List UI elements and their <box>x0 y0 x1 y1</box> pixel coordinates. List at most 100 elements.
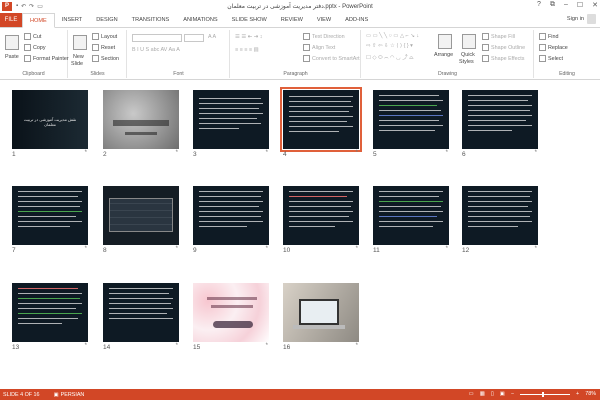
slide-thumbnail[interactable]: 15 * <box>193 283 269 353</box>
reset-button[interactable]: Reset <box>92 44 115 51</box>
normal-view-icon[interactable]: ▭ <box>469 391 474 397</box>
slide-thumbnail[interactable]: 9 * <box>193 186 269 256</box>
language-status[interactable]: ▣ PERSIAN <box>54 392 85 398</box>
tab-insert[interactable]: INSERT <box>55 13 89 27</box>
slide-image[interactable] <box>462 186 538 245</box>
tab-transitions[interactable]: TRANSITIONS <box>125 13 177 27</box>
transition-star-icon[interactable]: * <box>176 246 178 252</box>
slide-thumbnail[interactable]: 5 * <box>373 90 449 160</box>
new-slide-icon[interactable] <box>73 35 87 50</box>
new-slide-button[interactable]: New <box>73 54 84 60</box>
powerpoint-logo-icon[interactable]: P <box>2 1 12 11</box>
transition-star-icon[interactable]: * <box>446 150 448 156</box>
font-style-buttons[interactable]: B I U S abc AV Aa A <box>132 47 180 53</box>
slide-image[interactable] <box>283 283 359 342</box>
slide-count-status[interactable]: SLIDE 4 OF 16 <box>3 392 40 398</box>
tab-design[interactable]: DESIGN <box>89 13 124 27</box>
tab-add-ins[interactable]: ADD-INS <box>338 13 375 27</box>
help-icon[interactable]: ? <box>537 1 541 9</box>
slide-image[interactable] <box>373 90 449 149</box>
paste-button[interactable]: Paste <box>5 54 19 60</box>
slide-thumbnail[interactable]: 6 * <box>462 90 538 160</box>
section-button[interactable]: Section <box>92 55 119 62</box>
slide-thumbnail[interactable]: 3 * <box>193 90 269 160</box>
slide-image[interactable] <box>103 90 179 149</box>
font-size-select[interactable] <box>184 34 204 42</box>
slide-image[interactable] <box>373 186 449 245</box>
transition-star-icon[interactable]: * <box>356 246 358 252</box>
slide-image[interactable] <box>193 90 269 149</box>
slide-thumbnail[interactable]: 12 * <box>462 186 538 256</box>
ribbon-display-icon[interactable]: ⧉ <box>550 1 555 9</box>
slideshow-view-icon[interactable]: ▣ <box>500 391 505 397</box>
cut-button[interactable]: Cut <box>24 33 41 40</box>
reading-view-icon[interactable]: ▯ <box>491 391 494 397</box>
slide-thumbnail[interactable]: 2 * <box>103 90 179 160</box>
maximize-icon[interactable]: ☐ <box>577 1 583 9</box>
transition-star-icon[interactable]: * <box>176 150 178 156</box>
transition-star-icon[interactable]: * <box>446 246 448 252</box>
slide-image[interactable] <box>462 90 538 149</box>
transition-star-icon[interactable]: * <box>356 343 358 349</box>
select-button[interactable]: Select <box>539 55 563 62</box>
slide-thumbnail[interactable]: 14 * <box>103 283 179 353</box>
shape-outline-button[interactable]: Shape Outline <box>482 44 525 51</box>
shapes-gallery-row2[interactable]: ⇨ ⇧ ⇦ ⇩ ☆ ⟨ ⟩ { } ▾ <box>366 43 413 49</box>
sign-in-link[interactable]: Sign in <box>567 16 584 22</box>
transition-star-icon[interactable]: * <box>266 150 268 156</box>
slide-image[interactable] <box>103 186 179 245</box>
transition-star-icon[interactable]: * <box>85 246 87 252</box>
zoom-in-icon[interactable]: + <box>576 391 579 397</box>
zoom-level[interactable]: 78% <box>585 391 596 397</box>
slide-image[interactable] <box>193 283 269 342</box>
slide-image[interactable]: نقش مدیریت آموزشی در تربیت معلمان <box>12 90 88 149</box>
slide-image[interactable] <box>280 87 362 152</box>
transition-star-icon[interactable]: * <box>266 246 268 252</box>
undo-icon[interactable]: ↶ <box>21 3 26 10</box>
slide-image[interactable] <box>193 186 269 245</box>
slide-thumbnail-selected[interactable]: 4 * <box>280 87 362 160</box>
tab-slide-show[interactable]: SLIDE SHOW <box>225 13 274 27</box>
transition-star-icon[interactable]: * <box>266 343 268 349</box>
paste-icon[interactable] <box>5 35 19 50</box>
slide-thumbnail[interactable]: 7 * <box>12 186 88 256</box>
slide-thumbnail[interactable]: 13 * <box>12 283 88 353</box>
shape-effects-button[interactable]: Shape Effects <box>482 55 524 62</box>
slide-image[interactable] <box>283 186 359 245</box>
slide-image[interactable] <box>12 283 88 342</box>
redo-icon[interactable]: ↷ <box>29 3 34 10</box>
copy-button[interactable]: Copy <box>24 44 46 51</box>
slide-thumbnail[interactable]: نقش مدیریت آموزشی در تربیت معلمان 1 * <box>12 90 88 160</box>
avatar[interactable] <box>587 14 596 24</box>
zoom-slider[interactable] <box>520 391 571 397</box>
start-slideshow-icon[interactable]: ▭ <box>37 3 43 10</box>
transition-star-icon[interactable]: * <box>535 150 537 156</box>
align-text-button[interactable]: Align Text <box>303 44 335 51</box>
tab-home[interactable]: HOME <box>22 13 55 28</box>
close-icon[interactable]: ✕ <box>592 1 598 9</box>
slide-thumbnail[interactable]: 10 * <box>283 186 359 256</box>
format-painter-button[interactable]: Format Painter <box>24 55 69 62</box>
transition-star-icon[interactable]: * <box>356 150 358 156</box>
align-buttons[interactable]: ≡ ≡ ≡ ≡ ▤ <box>235 47 259 53</box>
tab-file[interactable]: FILE <box>0 13 22 27</box>
quick-styles-label-2[interactable]: Styles <box>459 59 474 65</box>
save-icon[interactable]: ▪ <box>16 3 18 10</box>
slide-image[interactable] <box>103 283 179 342</box>
slide-thumbnail[interactable]: 11 * <box>373 186 449 256</box>
tab-view[interactable]: VIEW <box>310 13 338 27</box>
transition-star-icon[interactable]: * <box>85 150 87 156</box>
arrange-button[interactable]: Arrange <box>434 52 453 58</box>
transition-star-icon[interactable]: * <box>176 343 178 349</box>
grow-font-icon[interactable]: A A <box>208 34 216 40</box>
slide-thumbnail[interactable]: 8 * <box>103 186 179 256</box>
tab-review[interactable]: REVIEW <box>274 13 310 27</box>
shapes-gallery[interactable]: ▭ ▭ ╲ ╲ ○ ▭ △ ⌐ ↘ ↓ <box>366 33 419 39</box>
minimize-icon[interactable]: – <box>564 1 568 9</box>
shapes-gallery-row3[interactable]: ☐ ◇ ⬭ ⌒ ◠ ◡ ⤴ ⌓ <box>366 53 413 62</box>
font-family-select[interactable] <box>132 34 182 42</box>
list-buttons[interactable]: ☰ ☰ ⇤ ⇥ ↕ <box>235 34 262 40</box>
transition-star-icon[interactable]: * <box>85 343 87 349</box>
convert-smartart-button[interactable]: Convert to SmartArt <box>303 55 360 62</box>
shape-fill-button[interactable]: Shape Fill <box>482 33 515 40</box>
